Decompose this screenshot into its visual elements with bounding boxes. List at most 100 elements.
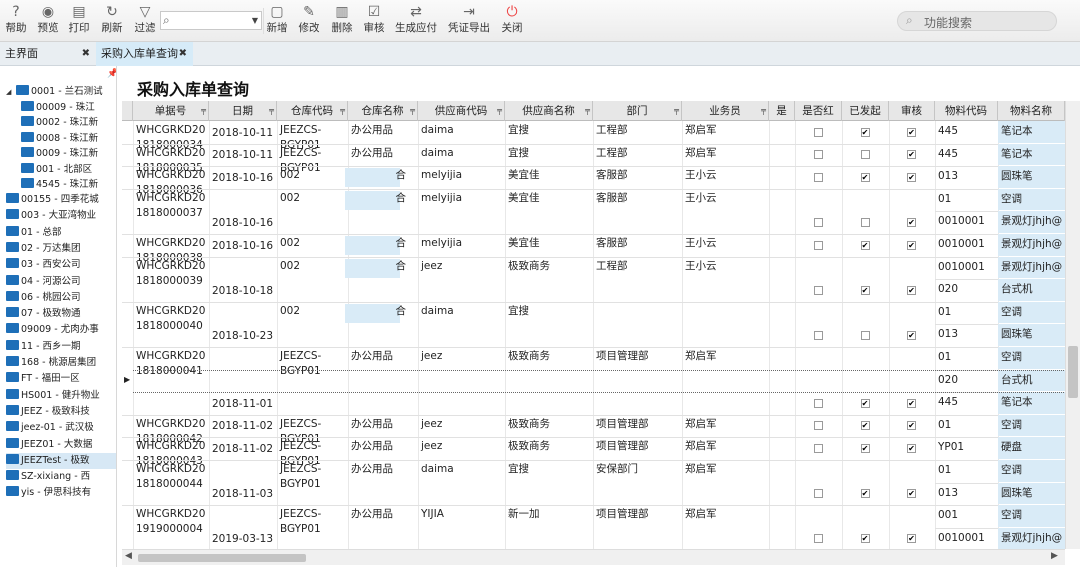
tree-item[interactable]: 0002 - 珠江新 xyxy=(21,115,116,131)
pin-icon[interactable]: ╤ xyxy=(201,101,206,121)
tree-item[interactable]: 06 - 桃园公司 xyxy=(6,290,116,306)
export-voucher-button[interactable]: ⇥ 凭证导出 xyxy=(447,3,491,39)
sent-checkbox[interactable] xyxy=(860,218,870,227)
audit-checkbox[interactable]: ✔ xyxy=(907,534,916,544)
preview-button[interactable]: ◉ 预览 xyxy=(36,3,60,39)
delete-button[interactable]: ▥ 删除 xyxy=(330,3,354,39)
pin-icon[interactable]: ╤ xyxy=(674,101,679,121)
pin-icon[interactable]: ╤ xyxy=(269,101,274,121)
tree-item[interactable]: 4545 - 珠江新 xyxy=(21,177,116,193)
audit-checkbox[interactable]: ✔ xyxy=(907,489,916,499)
sent-checkbox[interactable]: ✔ xyxy=(860,172,870,182)
red-checkbox[interactable] xyxy=(813,421,823,431)
column-header[interactable]: 是 xyxy=(769,101,795,121)
tree-item[interactable]: 03 - 西安公司 xyxy=(6,257,116,273)
column-header[interactable]: 部门 ╤ xyxy=(593,101,682,121)
gen-payable-button[interactable]: ⇄ 生成应付 xyxy=(394,3,438,39)
filter-button[interactable]: ▽ 过滤 xyxy=(133,3,157,39)
column-header[interactable]: 物料代码 xyxy=(935,101,998,121)
column-header[interactable]: 仓库代码 ╤ xyxy=(277,101,348,121)
sent-checkbox[interactable]: ✔ xyxy=(860,489,870,499)
red-checkbox[interactable] xyxy=(813,489,823,499)
scroll-left-icon[interactable]: ◀ xyxy=(125,551,132,561)
tree-item[interactable]: 02 - 万达集团 xyxy=(6,241,116,257)
sent-checkbox[interactable]: ✔ xyxy=(860,285,870,295)
audit-checkbox[interactable]: ✔ xyxy=(907,285,916,295)
print-button[interactable]: ▤ 打印 xyxy=(67,3,91,39)
collapse-icon[interactable]: ◢ xyxy=(6,84,16,100)
tree-item[interactable]: SZ-xixiang - 西 xyxy=(6,469,116,485)
vertical-scrollbar[interactable] xyxy=(1065,101,1080,549)
column-header[interactable]: 供应商名称 ╤ xyxy=(505,101,593,121)
column-header[interactable]: 已发起 xyxy=(842,101,889,121)
column-header[interactable]: 供应商代码 ╤ xyxy=(418,101,505,121)
sent-checkbox[interactable]: ✔ xyxy=(860,240,870,250)
edit-button[interactable]: ✎ 修改 xyxy=(297,3,321,39)
pin-icon[interactable]: ╤ xyxy=(761,101,766,121)
tab-main[interactable]: 主界面 ✖ xyxy=(0,42,96,66)
audit-button[interactable]: ☑ 审核 xyxy=(362,3,386,39)
scroll-thumb[interactable] xyxy=(1068,346,1078,398)
tree-item[interactable]: 00155 - 四季花城 xyxy=(6,192,116,208)
tree-item[interactable]: 001 - 北部区 xyxy=(21,162,116,178)
horizontal-scrollbar[interactable]: ◀ ▶ xyxy=(122,549,1065,565)
pin-icon[interactable]: 📌 xyxy=(107,69,116,79)
tree-item[interactable]: 09009 - 尤肉办事 xyxy=(6,322,116,338)
tree-item[interactable]: 0009 - 珠江新 xyxy=(21,146,116,162)
close-icon[interactable]: ✖ xyxy=(179,42,187,65)
red-checkbox[interactable] xyxy=(813,398,823,408)
scroll-right-icon[interactable]: ▶ xyxy=(1051,551,1058,561)
close-icon[interactable]: ✖ xyxy=(82,42,90,65)
sent-checkbox[interactable]: ✔ xyxy=(860,534,870,544)
help-button[interactable]: ? 帮助 xyxy=(4,3,28,39)
tree-item[interactable]: jeez-01 - 武汉极 xyxy=(6,420,116,436)
tree-item[interactable]: JEEZ01 - 大数据 xyxy=(6,437,116,453)
tree-item[interactable]: 003 - 大亚湾物业 xyxy=(6,208,116,224)
column-header[interactable]: 单据号 ╤ xyxy=(133,101,209,121)
sent-checkbox[interactable]: ✔ xyxy=(860,127,870,137)
tree-item[interactable]: 00009 - 珠江 xyxy=(21,100,116,116)
audit-checkbox[interactable]: ✔ xyxy=(907,172,916,182)
chevron-down-icon[interactable]: ▼ xyxy=(252,12,258,29)
tree-item[interactable]: 07 - 极致物通 xyxy=(6,306,116,322)
tree-item[interactable]: HS001 - 健升物业 xyxy=(6,388,116,404)
audit-checkbox[interactable]: ✔ xyxy=(907,218,916,227)
column-header[interactable]: 物料名称 xyxy=(998,101,1065,121)
column-header[interactable]: 业务员 ╤ xyxy=(682,101,769,121)
pin-icon[interactable]: ╤ xyxy=(410,101,415,121)
tab-purchase-receipt-query[interactable]: 采购入库单查询 ✖ xyxy=(96,42,193,66)
tree-item[interactable]: 11 - 西乡一期 xyxy=(6,339,116,355)
tree-item[interactable]: yis - 伊思科技有 xyxy=(6,485,116,501)
sent-checkbox[interactable]: ✔ xyxy=(860,444,870,453)
audit-checkbox[interactable]: ✔ xyxy=(907,398,916,408)
tree-item[interactable]: ◢ 0001 - 兰石测试 xyxy=(6,84,116,100)
red-checkbox[interactable] xyxy=(813,240,823,250)
column-header[interactable]: 审核 xyxy=(889,101,935,121)
audit-checkbox[interactable]: ✔ xyxy=(907,150,916,160)
red-checkbox[interactable] xyxy=(813,331,823,340)
scroll-thumb[interactable] xyxy=(138,554,306,562)
red-checkbox[interactable] xyxy=(813,534,823,544)
pin-icon[interactable]: ╤ xyxy=(585,101,590,121)
pin-icon[interactable]: ╤ xyxy=(497,101,502,121)
tree-item[interactable]: JEEZTest - 极致 xyxy=(6,452,116,469)
red-checkbox[interactable] xyxy=(813,150,823,160)
tree-item[interactable]: 168 - 桃源居集团 xyxy=(6,355,116,371)
audit-checkbox[interactable]: ✔ xyxy=(907,127,916,137)
tree-item[interactable]: 01 - 总部 xyxy=(6,225,116,241)
close-button[interactable]: ⏻ 关闭 xyxy=(500,3,524,39)
toolbar-search-select[interactable]: ⌕ ▼ xyxy=(160,11,262,30)
tree-item[interactable]: FT - 福田一区 xyxy=(6,371,116,387)
tree-item[interactable]: 04 - 河源公司 xyxy=(6,274,116,290)
column-header[interactable]: 是否红 xyxy=(795,101,842,121)
audit-checkbox[interactable]: ✔ xyxy=(907,421,916,431)
sent-checkbox[interactable]: ✔ xyxy=(860,398,870,408)
sent-checkbox[interactable] xyxy=(860,150,870,160)
sent-checkbox[interactable]: ✔ xyxy=(860,421,870,431)
audit-checkbox[interactable]: ✔ xyxy=(907,240,916,250)
tree-item[interactable]: 0008 - 珠江新 xyxy=(21,131,116,147)
red-checkbox[interactable] xyxy=(813,218,823,227)
tree-item[interactable]: JEEZ - 极致科技 xyxy=(6,404,116,420)
red-checkbox[interactable] xyxy=(813,127,823,137)
column-header[interactable]: 日期 ╤ xyxy=(209,101,277,121)
